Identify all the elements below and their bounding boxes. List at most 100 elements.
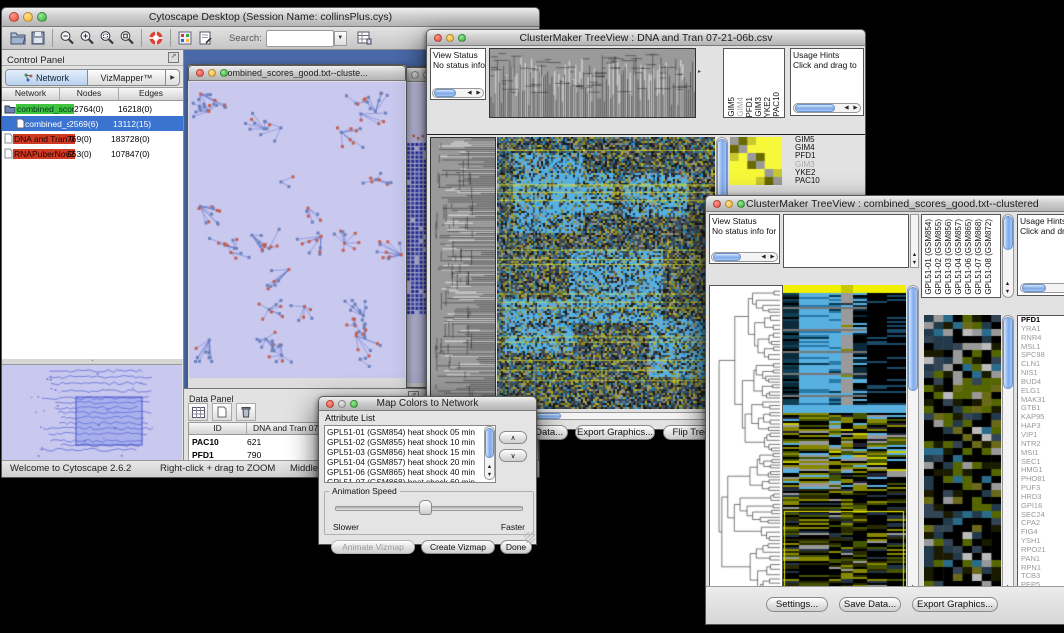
vizmapper-icon[interactable]	[175, 29, 195, 48]
open-session-icon[interactable]	[8, 29, 28, 48]
network-row-selected[interactable]: combined_sco 2569(6) 13112(15)	[2, 116, 183, 131]
network-canvas-1[interactable]	[189, 82, 405, 378]
zoom-button[interactable]	[737, 200, 745, 208]
view-status-box: View Status No status info for ◀▶	[709, 214, 780, 264]
close-button[interactable]	[326, 400, 334, 408]
minimize-button[interactable]	[446, 34, 454, 42]
save-data-button[interactable]: Save Data...	[839, 597, 901, 612]
view-status-scrollbar[interactable]: ◀▶	[432, 88, 484, 98]
usage-hints-message: Click and drag to	[793, 60, 861, 70]
tab-vizmapper[interactable]: VizMapper™	[88, 70, 166, 85]
minimize-button[interactable]	[23, 12, 33, 22]
desktop: Cytoscape Desktop (Session Name: collins…	[0, 0, 1064, 633]
treeview-dna-title-bar[interactable]: ClusterMaker TreeView : DNA and Tran 07-…	[426, 29, 866, 46]
resize-grip[interactable]	[524, 532, 535, 543]
heatmap-vscrollbar[interactable]: ▲▼	[907, 285, 919, 601]
file-icon	[4, 148, 13, 159]
annotation-icon[interactable]	[195, 29, 215, 48]
tab-network[interactable]: Network	[6, 70, 88, 85]
column-dendrogram[interactable]	[489, 48, 696, 118]
view-status-box: View Status No status info for ◀▶	[430, 48, 486, 100]
network-row[interactable]: DNA and Tran 07 769(0) 183728(0)	[2, 131, 183, 146]
network1-title-bar[interactable]: combined_scores_good.txt--cluste...	[188, 65, 406, 81]
col-header-id[interactable]: ID	[189, 423, 247, 435]
map-colors-title-bar[interactable]: Map Colors to Network	[318, 396, 537, 411]
attribute-select-icon[interactable]	[188, 403, 208, 421]
array-column-label: GPL51-06 (GSM865)	[965, 219, 973, 295]
help-lifesaver-icon[interactable]	[146, 29, 166, 48]
close-button[interactable]	[196, 69, 204, 77]
export-graphics-button[interactable]: Export Graphics...	[575, 425, 655, 440]
search-input[interactable]	[266, 30, 334, 47]
array-column-label: GPL51-03 (GSM856)	[945, 219, 953, 295]
attribute-list-item[interactable]: GPL51-07 (GSM868) heat shock 60 min	[327, 477, 493, 483]
zoom-button[interactable]	[350, 400, 358, 408]
tab-overflow-arrow[interactable]: ▶	[166, 70, 179, 85]
folder-icon	[4, 104, 16, 114]
attribute-table-icon[interactable]	[355, 29, 375, 48]
search-label: Search:	[229, 33, 262, 44]
zoom-out-icon[interactable]	[57, 29, 77, 48]
settings-button[interactable]: Settings...	[766, 597, 828, 612]
column-dendrogram-area[interactable]	[783, 214, 909, 268]
global-heatmap-vscrollbar[interactable]: ▲▼	[1002, 315, 1014, 601]
cytoscape-title-bar[interactable]: Cytoscape Desktop (Session Name: collins…	[1, 7, 540, 27]
row-dendrogram[interactable]	[709, 285, 783, 603]
zoom-button[interactable]	[37, 12, 47, 22]
expression-heatmap[interactable]	[497, 137, 715, 409]
view-status-title: View Status	[433, 50, 483, 60]
treeview-combined-title-bar[interactable]: ClusterMaker TreeView : combined_scores_…	[705, 195, 1064, 212]
view-status-title: View Status	[712, 216, 777, 226]
global-heatmap[interactable]	[924, 315, 1001, 601]
minimize-button[interactable]	[725, 200, 733, 208]
move-down-button[interactable]: ∨	[499, 449, 527, 462]
row-dendrogram[interactable]	[430, 137, 496, 411]
zoom-button[interactable]	[220, 69, 228, 77]
animate-vizmap-button[interactable]: Animate Vizmap	[331, 540, 415, 554]
animation-speed-label: Animation Speed	[329, 486, 400, 496]
close-button[interactable]	[9, 12, 19, 22]
column-labels-vscrollbar[interactable]: ▲▼	[1002, 214, 1014, 298]
expression-heatmap[interactable]	[783, 285, 906, 601]
view-status-message: No status info for	[712, 226, 777, 236]
new-attribute-icon[interactable]	[212, 403, 232, 421]
usage-hints-scrollbar[interactable]: ◀▶	[793, 103, 861, 113]
move-up-button[interactable]: ∧	[499, 431, 527, 444]
attribute-list-item[interactable]: GPL51-04 (GSM857) heat shock 20 min	[327, 457, 493, 467]
attribute-list-item[interactable]: GPL51-01 (GSM854) heat shock 05 min	[327, 427, 493, 437]
zoom-in-icon[interactable]	[77, 29, 97, 48]
speed-slider-thumb[interactable]	[419, 500, 432, 515]
minimize-button[interactable]	[338, 400, 346, 408]
float-panel-icon[interactable]: ⇗	[168, 52, 179, 63]
usage-hints-scrollbar[interactable]	[1020, 283, 1064, 293]
minimize-button[interactable]	[208, 69, 216, 77]
search-dropdown-arrow[interactable]: ▼	[334, 31, 347, 46]
col-header-network[interactable]: Network	[2, 88, 60, 101]
attribute-list[interactable]: GPL51-01 (GSM854) heat shock 05 minGPL51…	[324, 425, 496, 483]
zoom-button[interactable]	[458, 34, 466, 42]
close-button[interactable]	[434, 34, 442, 42]
view-status-message: No status info for	[433, 60, 483, 70]
attribute-list-item[interactable]: GPL51-06 (GSM865) heat shock 40 min	[327, 467, 493, 477]
close-button[interactable]	[411, 71, 419, 79]
network-row[interactable]: combined_scores 2764(0) 16218(0)	[2, 101, 183, 116]
birdseye-view[interactable]	[2, 364, 182, 462]
attribute-list-item[interactable]: GPL51-03 (GSM856) heat shock 15 min	[327, 447, 493, 457]
zoom-fit-icon[interactable]	[117, 29, 137, 48]
gene-label-list[interactable]: PFD1YRA1RNR4MSL1SPC98CLN1NIS1BUD4ELG1MAK…	[1017, 315, 1064, 601]
save-session-icon[interactable]	[28, 29, 48, 48]
usage-hints-box: Usage Hints Click and drag to ◀▶	[790, 48, 864, 116]
column-tree-vscrollbar[interactable]: ▲▼	[910, 214, 919, 268]
network-row[interactable]: RNAPuberNov2+ 563(0) 107847(0)	[2, 146, 183, 161]
col-header-edges[interactable]: Edges	[119, 88, 183, 101]
similarity-matrix[interactable]	[730, 137, 782, 185]
create-vizmap-button[interactable]: Create Vizmap	[421, 540, 495, 554]
view-status-scrollbar[interactable]: ◀▶	[711, 252, 778, 262]
export-graphics-button[interactable]: Export Graphics...	[912, 597, 998, 612]
attribute-list-vscrollbar[interactable]: ▲▼	[484, 426, 495, 480]
zoom-selected-icon[interactable]	[97, 29, 117, 48]
col-header-nodes[interactable]: Nodes	[60, 88, 119, 101]
close-button[interactable]	[713, 200, 721, 208]
delete-attribute-icon[interactable]	[236, 403, 256, 421]
attribute-list-item[interactable]: GPL51-02 (GSM855) heat shock 10 min	[327, 437, 493, 447]
